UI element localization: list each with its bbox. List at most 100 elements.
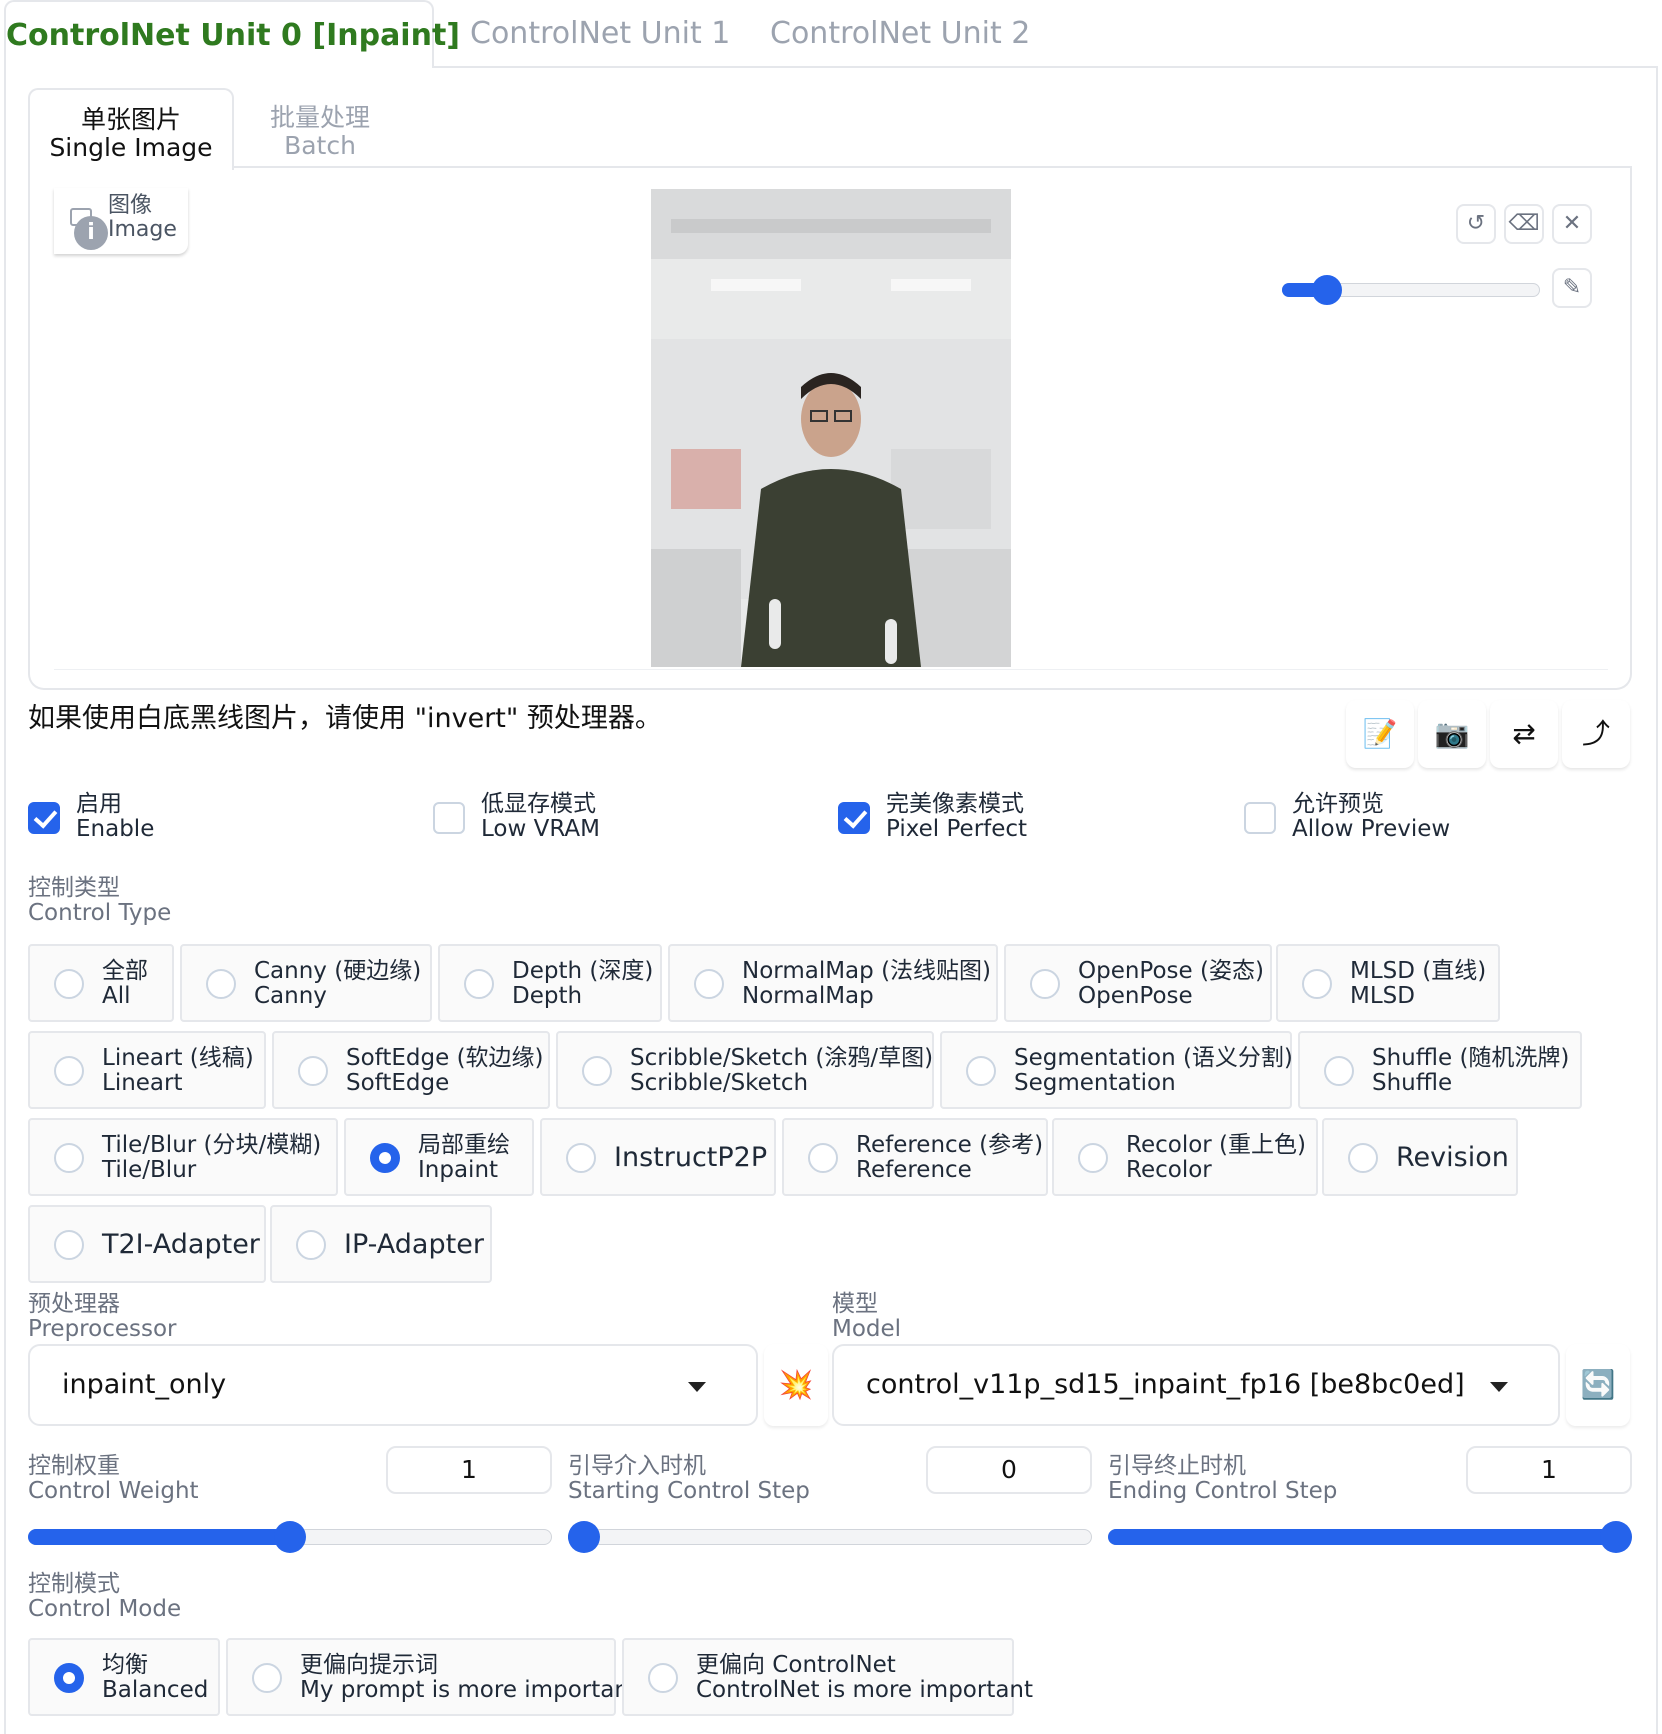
radio-button[interactable] (54, 1056, 84, 1086)
enable-label-en: Enable (76, 816, 155, 842)
image-label-en: Image (108, 217, 177, 242)
radio-button[interactable] (252, 1663, 282, 1693)
send-dimensions-button[interactable]: ⤴ (1562, 700, 1630, 768)
radio-button[interactable] (54, 1230, 84, 1260)
uploaded-image-canvas[interactable] (651, 189, 1011, 667)
tab-batch-zh: 批量处理 (269, 103, 370, 132)
radio-button[interactable] (808, 1143, 838, 1173)
model-select[interactable]: control_v11p_sd15_inpaint_fp16 [be8bc0ed… (832, 1344, 1560, 1426)
control-weight-label: 控制权重 Control Weight (28, 1454, 199, 1504)
radio-button[interactable] (566, 1143, 596, 1173)
control-type-option[interactable]: NormalMap (法线贴图) NormalMap (668, 944, 998, 1022)
control-type-option[interactable]: 局部重绘 Inpaint (344, 1118, 534, 1196)
control-type-option[interactable]: MLSD (直线) MLSD (1276, 944, 1500, 1022)
pixel-perfect-checkbox-box[interactable] (838, 802, 870, 834)
control-type-label-zh: Shuffle (随机洗牌) (1372, 1045, 1570, 1071)
ending-step-thumb[interactable] (1600, 1521, 1632, 1553)
canvas-divider (54, 669, 1608, 670)
starting-step-input[interactable]: 0 (926, 1446, 1092, 1494)
run-preprocessor-button[interactable]: 💥 (764, 1344, 828, 1426)
radio-button[interactable] (694, 969, 724, 999)
control-type-label-en: All (102, 983, 131, 1009)
control-type-label-en: NormalMap (742, 983, 874, 1009)
brush-button[interactable]: ✎ (1552, 268, 1592, 308)
control-type-option[interactable]: Segmentation (语义分割) Segmentation (940, 1031, 1293, 1109)
low-vram-checkbox-box[interactable] (433, 802, 465, 834)
control-type-label-en: Shuffle (1372, 1070, 1453, 1096)
clear-image-button[interactable]: ✕ (1552, 204, 1592, 244)
tab-single-image[interactable]: 单张图片 Single Image (28, 88, 234, 170)
control-type-option[interactable]: Lineart (线稿) Lineart (28, 1031, 266, 1109)
radio-button[interactable] (298, 1056, 328, 1086)
radio-button[interactable] (966, 1056, 996, 1086)
preprocessor-label: 预处理器 Preprocessor (28, 1292, 176, 1342)
preprocessor-select[interactable]: inpaint_only (28, 1344, 758, 1426)
control-type-option[interactable]: Depth (深度) Depth (438, 944, 662, 1022)
control-mode-option[interactable]: 更偏向 ControlNet ControlNet is more importa… (622, 1638, 1033, 1716)
control-type-option[interactable]: Revision (1322, 1118, 1518, 1196)
radio-button[interactable] (206, 969, 236, 999)
eraser-button[interactable]: ⌫ (1504, 204, 1544, 244)
radio-button[interactable] (54, 1143, 84, 1173)
control-mode-option[interactable]: 均衡 Balanced (28, 1638, 220, 1716)
radio-button[interactable] (1030, 969, 1060, 999)
starting-step-thumb[interactable] (568, 1521, 600, 1553)
control-type-option[interactable]: Reference (参考) Reference (782, 1118, 1048, 1196)
radio-button[interactable] (54, 1663, 84, 1693)
brush-icon: ✎ (1562, 275, 1582, 300)
mirror-button[interactable]: ⇄ (1490, 700, 1558, 768)
control-type-option[interactable]: Recolor (重上色) Recolor (1052, 1118, 1318, 1196)
chevron-down-icon (688, 1382, 706, 1392)
allow-preview-checkbox-box[interactable] (1244, 802, 1276, 834)
preprocessor-value: inpaint_only (62, 1369, 227, 1400)
control-type-option[interactable]: OpenPose (姿态) OpenPose (1004, 944, 1272, 1022)
control-mode-label-zh: 控制模式 (28, 1571, 120, 1597)
tab-unit-0[interactable]: ControlNet Unit 0 [Inpaint] (4, 0, 460, 68)
undo-button[interactable]: ↺ (1456, 204, 1496, 244)
radio-button[interactable] (648, 1663, 678, 1693)
control-type-option[interactable]: Scribble/Sketch (涂鸦/草图) Scribble/Sketch (556, 1031, 934, 1109)
tab-unit-2[interactable]: ControlNet Unit 2 (770, 0, 1030, 68)
control-type-option[interactable]: Tile/Blur (分块/模糊) Tile/Blur (28, 1118, 338, 1196)
radio-button[interactable] (1324, 1056, 1354, 1086)
control-type-label-en: Inpaint (418, 1157, 499, 1183)
brush-size-thumb[interactable] (1311, 275, 1342, 305)
radio-button[interactable] (296, 1230, 326, 1260)
image-label-zh: 图像 (108, 193, 153, 218)
control-mode-option[interactable]: 更偏向提示词 My prompt is more important (226, 1638, 638, 1716)
radio-button[interactable] (1078, 1143, 1108, 1173)
tab-batch[interactable]: 批量处理 Batch (240, 88, 400, 170)
control-type-label-zh: OpenPose (姿态) (1078, 958, 1264, 984)
control-type-option[interactable]: Shuffle (随机洗牌) Shuffle (1298, 1031, 1582, 1109)
ending-step-label-zh: 引导终止时机 (1108, 1453, 1246, 1479)
radio-button[interactable] (1348, 1143, 1378, 1173)
control-type-label-en: MLSD (1350, 983, 1415, 1009)
radio-button[interactable] (582, 1056, 612, 1086)
control-type-label-zh: SoftEdge (软边缘) (346, 1045, 544, 1071)
refresh-models-button[interactable]: 🔄 (1566, 1344, 1630, 1426)
tab-single-image-zh: 单张图片 (80, 105, 181, 134)
control-type-option[interactable]: T2I-Adapter (28, 1205, 266, 1283)
control-type-label-en: Tile/Blur (102, 1157, 197, 1183)
radio-button[interactable] (370, 1143, 400, 1173)
enable-checkbox-box[interactable] (28, 802, 60, 834)
radio-button[interactable] (54, 969, 84, 999)
control-type-label-en: SoftEdge (346, 1070, 450, 1096)
ending-step-input[interactable]: 1 (1466, 1446, 1632, 1494)
open-canvas-button[interactable]: 📝 (1346, 700, 1414, 768)
webcam-button[interactable]: 📷 (1418, 700, 1486, 768)
control-type-option[interactable]: InstructP2P (540, 1118, 776, 1196)
radio-button[interactable] (464, 969, 494, 999)
control-weight-fill (28, 1529, 290, 1545)
radio-button[interactable] (1302, 969, 1332, 999)
eraser-icon: ⌫ (1508, 211, 1540, 236)
control-type-label-zh: InstructP2P (614, 1142, 768, 1173)
control-type-option[interactable]: 全部 All (28, 944, 174, 1022)
starting-step-slider[interactable] (568, 1529, 1092, 1545)
control-type-option[interactable]: IP-Adapter (270, 1205, 492, 1283)
control-weight-input[interactable]: 1 (386, 1446, 552, 1494)
control-weight-thumb[interactable] (274, 1521, 306, 1553)
control-type-option[interactable]: SoftEdge (软边缘) SoftEdge (272, 1031, 550, 1109)
control-type-option[interactable]: Canny (硬边缘) Canny (180, 944, 432, 1022)
tab-unit-1[interactable]: ControlNet Unit 1 (470, 0, 730, 68)
